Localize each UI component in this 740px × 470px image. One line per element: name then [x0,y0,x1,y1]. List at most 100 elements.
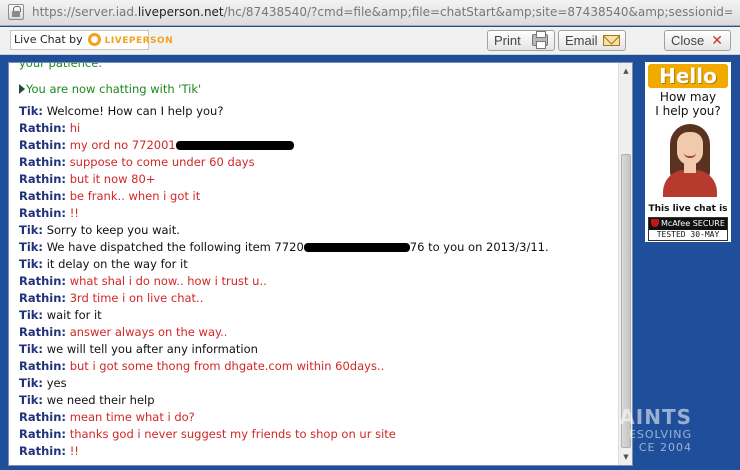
mcafee-brand: McAfee SECURE [661,219,725,228]
message-list: Tik: Welcome! How can I help you? Rathin:… [19,103,614,460]
message-text: !! [69,444,79,458]
watermark: AINTS ESOLVING CE 2004 [596,406,740,454]
brand-logo-text: LIVEPERSON [104,36,174,46]
liveperson-logo-icon [88,33,102,46]
message-text: mean time what i do? [69,410,195,424]
ad-note: This live chat is [648,204,728,214]
liveperson-brand[interactable]: Live Chat by LIVEPERSON [10,30,173,50]
scroll-thumb[interactable] [621,154,631,448]
brand-text: Live Chat by [14,33,83,46]
message-text: my ord no 772001 [69,138,176,152]
message-text: Welcome! How can I help you? [46,104,224,118]
mcafee-shield-icon [651,219,659,227]
watermark-line1: AINTS [619,405,692,429]
message-sender: Rathin: [19,291,67,305]
email-button[interactable]: Email [558,30,626,51]
message-text: suppose to come under 60 days [69,155,255,169]
system-message-text: You are now chatting with 'Tik' [26,82,202,96]
ad-tagline-line2: I help you? [655,104,721,118]
message-sender: Tik: [19,376,44,390]
lock-icon [8,4,24,20]
message-sender: Tik: [19,393,44,407]
watermark-line3: CE 2004 [638,441,692,454]
message-text: we will tell you after any information [46,342,258,356]
message-sender: Rathin: [19,121,67,135]
message-text: thanks god i never suggest my friends to… [69,427,396,441]
chat-message: Rathin: be frank.. when i got it [19,188,614,205]
message-sender: Rathin: [19,189,67,203]
chat-message: Rathin: my ord no 772001 [19,137,614,154]
chat-message: Tik: Welcome! How can I help you? [19,103,614,120]
message-text: answer always on the way.. [69,325,228,339]
scroll-up-icon[interactable]: ▲ [620,65,632,77]
chat-message: Rathin: but it now 80+ [19,171,614,188]
url-text[interactable]: https://server.iad.liveperson.net/hc/874… [32,5,732,19]
message-text: Sorry to keep you wait. [46,223,180,237]
url-host: liveperson.net [137,5,224,19]
message-sender: Tik: [19,240,44,254]
address-bar[interactable]: https://server.iad.liveperson.net/hc/874… [0,0,740,26]
message-text: We have dispatched the following item 77… [46,240,304,254]
message-text-after: 76 to you on 2013/3/11. [409,240,549,254]
mcafee-secure-badge[interactable]: McAfee SECURE TESTED 30-MAY [648,217,728,241]
chat-message: Rathin: suppose to come under 60 days [19,154,614,171]
message-sender: Rathin: [19,410,67,424]
message-text: what shal i do now.. how i trust u.. [69,274,267,288]
message-sender: Rathin: [19,427,67,441]
print-label: Print [494,33,521,48]
chat-message: Rathin: !! [19,443,614,460]
chat-message: Rathin: !! [19,205,614,222]
chat-window: your patience. You are now chatting with… [8,62,633,466]
print-button[interactable]: Print [487,30,555,51]
chat-message: Tik: we need their help [19,392,614,409]
url-scheme: https://server.iad. [32,5,138,19]
message-sender: Rathin: [19,444,67,458]
chat-message: Rathin: answer always on the way.. [19,324,614,341]
close-label: Close [671,33,705,48]
system-message: You are now chatting with 'Tik' [19,81,201,98]
message-sender: Tik: [19,257,44,271]
message-text: wait for it [46,308,102,322]
message-sender: Rathin: [19,359,67,373]
chat-message: Rathin: mean time what i do? [19,409,614,426]
message-sender: Rathin: [19,206,67,220]
redaction-mark [303,243,410,252]
message-text: yes [46,376,67,390]
message-sender: Rathin: [19,172,67,186]
message-sender: Tik: [19,104,44,118]
ad-tagline-line1: How may [659,90,717,104]
mcafee-tested: TESTED 30-MAY [656,230,720,239]
message-text: we need their help [46,393,155,407]
message-sender: Rathin: [19,138,67,152]
message-sender: Tik: [19,342,44,356]
live-chat-ad[interactable]: Hello How may I help you? This live chat… [645,62,731,242]
chat-log: your patience. You are now chatting with… [9,63,619,465]
chat-message: Rathin: hi [19,120,614,137]
chat-message: Tik: yes [19,375,614,392]
chat-message: Rathin: but i got some thong from dhgate… [19,358,614,375]
message-text: hi [69,121,81,135]
chat-message: Tik: We have dispatched the following it… [19,239,614,256]
chat-message: Rathin: thanks god i never suggest my fr… [19,426,614,443]
printer-icon [532,31,548,49]
envelope-icon [603,35,620,46]
email-label: Email [565,33,598,48]
url-path: /hc/87438540/?cmd=file&amp;file=chatStar… [223,5,732,19]
message-sender: Tik: [19,223,44,237]
close-icon: ✕ [711,32,723,48]
chat-message: Tik: Sorry to keep you wait. [19,222,614,239]
arrow-right-icon [19,84,25,94]
clipped-system-line: your patience. [19,63,102,70]
message-text: 3rd time i on live chat.. [69,291,204,305]
watermark-line2: ESOLVING [628,428,692,441]
chat-toolbar: Live Chat by LIVEPERSON Print Email Clos… [0,27,740,55]
message-text: !! [69,206,79,220]
message-text: but it now 80+ [69,172,156,186]
message-text: it delay on the way for it [46,257,188,271]
close-button[interactable]: Close ✕ [664,30,731,51]
chat-message: Rathin: 3rd time i on live chat.. [19,290,614,307]
chat-message: Rathin: what shal i do now.. how i trust… [19,273,614,290]
message-sender: Rathin: [19,274,67,288]
message-sender: Rathin: [19,325,67,339]
agent-photo [655,122,725,197]
